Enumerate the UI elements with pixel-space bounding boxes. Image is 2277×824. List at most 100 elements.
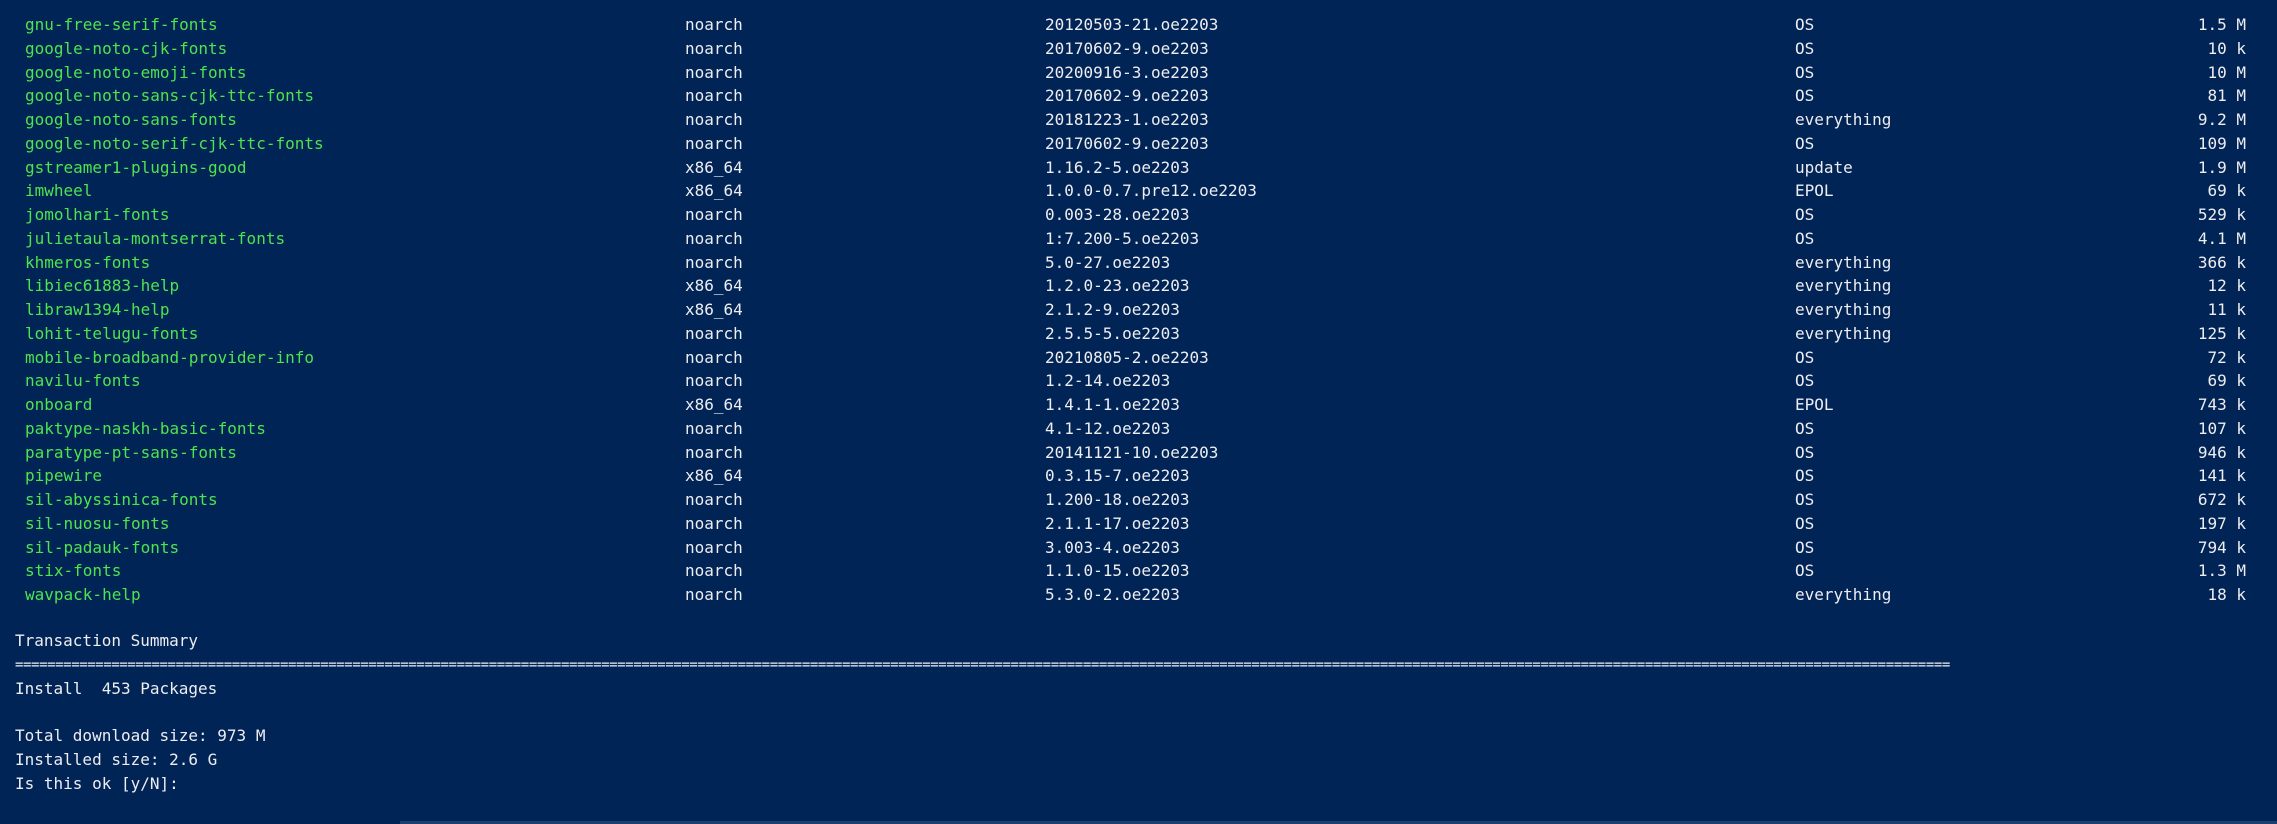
package-version: 2.1.2-9.oe2203 [1045, 300, 1180, 319]
package-version: 20141121-10.oe2203 [1045, 442, 1219, 462]
package-row: sil-abyssinica-fonts noarch 1.200-18.oe220… [0, 488, 2277, 512]
package-size: 69 k [2207, 371, 2246, 391]
package-size: 125 k [2197, 323, 2246, 343]
package-size: 69 k [2207, 181, 2246, 201]
transaction-summary-title: Transaction Summary [15, 631, 199, 650]
confirm-prompt[interactable]: Is this ok [y/N]: [15, 772, 179, 796]
package-arch: x86_64 [685, 157, 743, 177]
package-row: julietaula-montserrat-fonts noarch 1:7.200… [0, 227, 2277, 251]
package-size: 1.5 M [2197, 15, 2246, 34]
package-size: 946 k [2197, 442, 2246, 462]
package-arch: noarch [685, 228, 743, 248]
package-row: paratype-pt-sans-fonts noarch 20141121-10.… [0, 441, 2277, 465]
package-name: google-noto-emoji-fonts [25, 62, 247, 82]
package-name: imwheel [25, 181, 93, 201]
package-version: 3.003-4.oe2203 [1045, 537, 1180, 557]
package-row: gnu-free-serif-fonts noarch 20120503-21.oe… [0, 13, 2277, 37]
package-row: lohit-telugu-fonts noarch 2.5.5-5.oe2203 ev… [0, 322, 2277, 346]
package-repo: OS [1795, 418, 1815, 438]
package-name: khmeros-fonts [25, 252, 151, 272]
package-version: 20170602-9.oe2203 [1045, 133, 1209, 153]
package-size: 10 M [2207, 62, 2246, 82]
package-version: 2.1.1-17.oe2203 [1045, 513, 1190, 533]
separator-line: ========================================… [15, 657, 1950, 673]
package-name: navilu-fonts [25, 371, 141, 391]
package-size: 366 k [2197, 252, 2246, 272]
package-arch: noarch [685, 561, 743, 581]
package-version: 1.2-14.oe2203 [1045, 371, 1171, 391]
package-size: 197 k [2197, 513, 2246, 533]
package-arch: noarch [685, 62, 743, 82]
installed-size: Installed size: 2.6 G [15, 750, 218, 769]
package-name: lohit-telugu-fonts [25, 323, 199, 343]
package-row: jomolhari-fonts noarch 0.003-28.oe2203 OS 52… [0, 203, 2277, 227]
package-arch: noarch [685, 418, 743, 438]
package-repo: OS [1795, 133, 1815, 153]
package-version: 20181223-1.oe2203 [1045, 110, 1209, 129]
package-name: paktype-naskh-basic-fonts [25, 418, 266, 438]
package-row: khmeros-fonts noarch 5.0-27.oe2203 everythi… [0, 251, 2277, 275]
package-row: gstreamer1-plugins-good x86_64 1.16.2-5.oe… [0, 156, 2277, 180]
package-arch: noarch [685, 442, 743, 462]
package-name: google-noto-sans-cjk-ttc-fonts [25, 86, 314, 106]
package-row: sil-padauk-fonts noarch 3.003-4.oe2203 OS 79… [0, 536, 2277, 560]
package-version: 1.1.0-15.oe2203 [1045, 561, 1190, 581]
package-version: 1.16.2-5.oe2203 [1045, 157, 1190, 177]
package-arch: noarch [685, 585, 743, 604]
package-row: navilu-fonts noarch 1.2-14.oe2203 OS 69 k [0, 369, 2277, 393]
package-name: gnu-free-serif-fonts [25, 15, 218, 34]
package-version: 1.4.1-1.oe2203 [1045, 395, 1180, 414]
package-version: 1.0.0-0.7.pre12.oe2203 [1045, 181, 1257, 201]
package-arch: x86_64 [685, 300, 743, 319]
package-name: gstreamer1-plugins-good [25, 157, 247, 177]
package-version: 1.2.0-23.oe2203 [1045, 276, 1190, 296]
terminal-window[interactable]: gnu-free-serif-fonts noarch 20120503-21.oe… [0, 0, 2277, 824]
package-row: google-noto-cjk-fonts noarch 20170602-9.oe… [0, 37, 2277, 61]
package-size: 672 k [2197, 490, 2246, 509]
package-name: paratype-pt-sans-fonts [25, 442, 237, 462]
package-arch: noarch [685, 490, 743, 509]
package-name: onboard [25, 395, 93, 414]
package-row: google-noto-emoji-fonts noarch 20200916-3.… [0, 61, 2277, 85]
package-size: 109 M [2197, 133, 2246, 153]
package-repo: update [1795, 157, 1853, 177]
package-size: 1.9 M [2197, 157, 2246, 177]
package-version: 0.3.15-7.oe2203 [1045, 466, 1190, 486]
package-name: stix-fonts [25, 561, 122, 581]
package-size: 72 k [2207, 347, 2246, 367]
package-name: wavpack-help [25, 585, 141, 604]
package-row: libiec61883-help x86_64 1.2.0-23.oe2203 eve… [0, 274, 2277, 298]
package-row: google-noto-sans-cjk-ttc-fonts noarch 2017… [0, 84, 2277, 108]
package-repo: OS [1795, 561, 1815, 581]
package-repo: everything [1795, 110, 1892, 129]
package-size: 743 k [2197, 395, 2246, 414]
package-repo: OS [1795, 15, 1815, 34]
package-repo: OS [1795, 537, 1815, 557]
package-version: 20120503-21.oe2203 [1045, 15, 1219, 34]
package-name: sil-nuosu-fonts [25, 513, 170, 533]
package-name: mobile-broadband-provider-info [25, 347, 314, 367]
package-version: 1:7.200-5.oe2203 [1045, 228, 1200, 248]
package-size: 529 k [2197, 205, 2246, 224]
package-row: wavpack-help noarch 5.3.0-2.oe2203 everythi… [0, 583, 2277, 607]
package-size: 11 k [2207, 300, 2246, 319]
package-repo: OS [1795, 466, 1815, 486]
package-name: google-noto-sans-fonts [25, 110, 237, 129]
package-version: 2.5.5-5.oe2203 [1045, 323, 1180, 343]
package-version: 1.200-18.oe2203 [1045, 490, 1190, 509]
package-repo: OS [1795, 38, 1815, 58]
package-arch: x86_64 [685, 181, 743, 201]
package-size: 1.3 M [2197, 561, 2246, 581]
package-arch: noarch [685, 205, 743, 224]
package-row: paktype-naskh-basic-fonts noarch 4.1-12.oe… [0, 417, 2277, 441]
total-download-size: Total download size: 973 M [15, 726, 266, 745]
package-arch: x86_64 [685, 276, 743, 296]
package-name: pipewire [25, 466, 103, 486]
package-name: libraw1394-help [25, 300, 170, 319]
package-row: sil-nuosu-fonts noarch 2.1.1-17.oe2203 OS 19… [0, 512, 2277, 536]
package-row: google-noto-serif-cjk-ttc-fonts noarch 201… [0, 132, 2277, 156]
package-version: 20210805-2.oe2203 [1045, 347, 1209, 367]
package-arch: noarch [685, 133, 743, 153]
package-size: 141 k [2197, 466, 2246, 486]
package-row: libraw1394-help x86_64 2.1.2-9.oe2203 every… [0, 298, 2277, 322]
